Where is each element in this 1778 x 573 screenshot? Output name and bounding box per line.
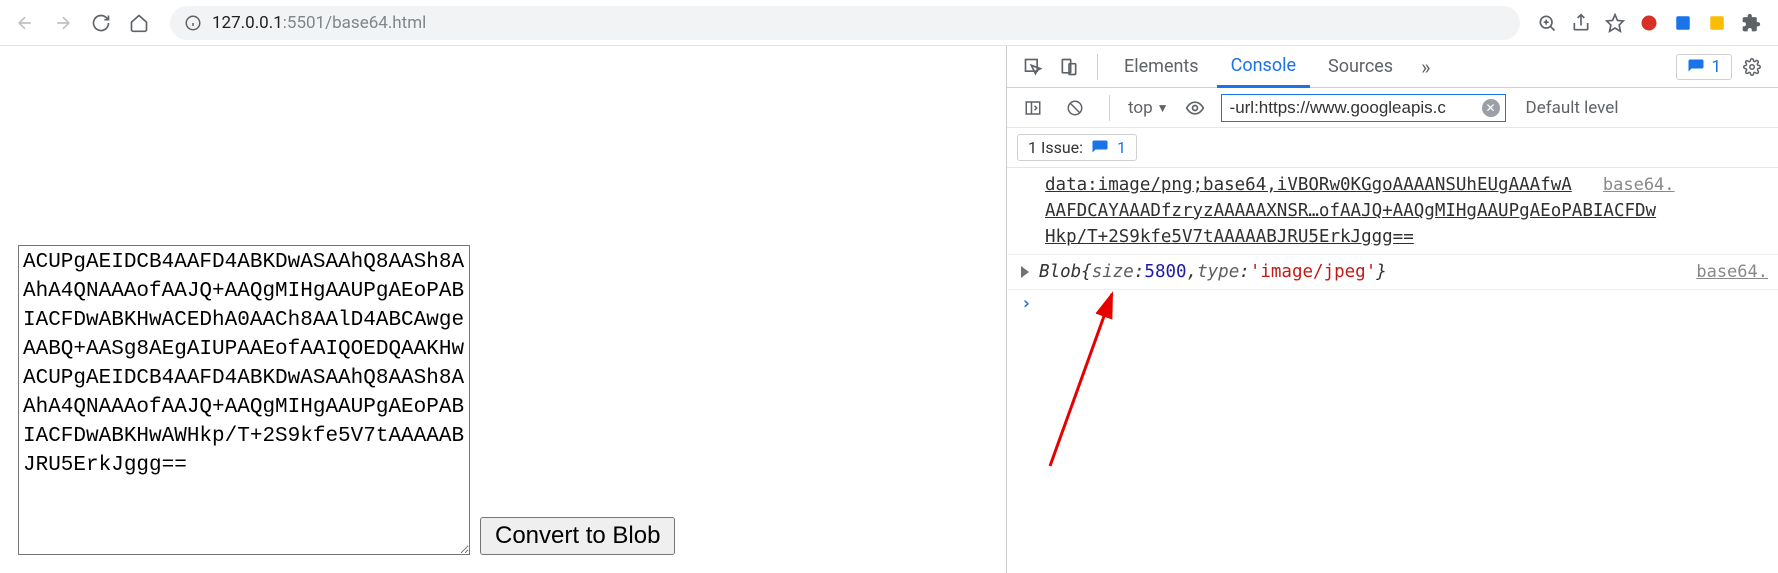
inspect-icon[interactable] [1017, 51, 1049, 83]
device-toggle-icon[interactable] [1053, 51, 1085, 83]
comma: , [1187, 259, 1198, 285]
settings-icon[interactable] [1736, 51, 1768, 83]
issues-chip-count: 1 [1117, 138, 1126, 157]
console-prompt[interactable]: › [1007, 290, 1778, 318]
tab-sources[interactable]: Sources [1314, 46, 1407, 88]
tabs-overflow-icon[interactable]: » [1411, 55, 1440, 79]
arrow-right-icon [53, 13, 73, 33]
devtools-tabs: Elements Console Sources » 1 [1007, 46, 1778, 88]
log-line[interactable]: AAFDCAYAAADfzryzAAAAAXNSR…ofAAJQ+AAQgMIH… [1045, 201, 1656, 221]
reload-button[interactable] [84, 6, 118, 40]
blob-val-type: 'image/jpeg' [1250, 259, 1376, 285]
main-content: Convert to Blob Elements Console Sources… [0, 46, 1778, 573]
url-host: 127.0.0.1 [212, 13, 283, 33]
chevron-right-icon: › [1021, 294, 1032, 314]
share-icon[interactable] [1568, 10, 1594, 36]
back-button[interactable] [8, 6, 42, 40]
log-row: data:image/png;base64,iVBORw0KGgoAAAANSU… [1007, 168, 1778, 255]
issues-badge[interactable]: 1 [1676, 54, 1732, 80]
blob-val-size: 5800 [1144, 259, 1186, 285]
colon: : [1239, 259, 1250, 285]
blob-key-size: size [1092, 259, 1134, 285]
issues-prefix: 1 Issue: [1028, 138, 1083, 157]
zoom-icon[interactable] [1534, 10, 1560, 36]
log-source-link[interactable]: base64. [1593, 175, 1675, 195]
log-level-selector[interactable]: Default level [1526, 98, 1619, 118]
expand-triangle-icon[interactable] [1021, 266, 1029, 278]
blob-class: Blob [1039, 259, 1081, 285]
tab-elements[interactable]: Elements [1110, 46, 1213, 88]
convert-button[interactable]: Convert to Blob [480, 517, 675, 555]
chat-icon [1091, 139, 1109, 157]
ext2-icon[interactable] [1670, 10, 1696, 36]
sidebar-toggle-icon[interactable] [1017, 92, 1049, 124]
tab-console[interactable]: Console [1217, 46, 1310, 88]
extensions-icon[interactable] [1738, 10, 1764, 36]
log-line[interactable]: Hkp/T+2S9kfe5V7tAAAAABJRU5ErkJggg== [1045, 227, 1414, 247]
chevron-down-icon: ▼ [1157, 101, 1169, 115]
log-row-blob: Blob { size: 5800 , type: 'image/jpeg' }… [1007, 255, 1778, 290]
home-icon [129, 13, 149, 33]
clear-filter-icon[interactable]: ✕ [1482, 99, 1500, 117]
log-line[interactable]: data:image/png;base64,iVBORw0KGgoAAAANSU… [1045, 175, 1572, 195]
reload-icon [91, 13, 111, 33]
filter-input[interactable] [1221, 94, 1506, 122]
bookmark-icon[interactable] [1602, 10, 1628, 36]
site-info-icon[interactable] [184, 14, 202, 32]
clear-console-icon[interactable] [1059, 92, 1091, 124]
context-label: top [1128, 98, 1153, 118]
home-button[interactable] [122, 6, 156, 40]
log-source-link[interactable]: base64. [1686, 259, 1768, 285]
devtools-panel: Elements Console Sources » 1 top ▼ ✕ [1006, 46, 1778, 573]
colon: : [1134, 259, 1145, 285]
log-text: data:image/png;base64,iVBORw0KGgoAAAANSU… [1045, 172, 1768, 250]
console-filter-bar: top ▼ ✕ Default level [1007, 88, 1778, 128]
address-bar[interactable]: 127.0.0.1:5501/base64.html [170, 6, 1520, 40]
url-path: :5501/base64.html [283, 13, 427, 33]
brace: } [1376, 259, 1387, 285]
ext1-icon[interactable] [1636, 10, 1662, 36]
forward-button[interactable] [46, 6, 80, 40]
toolbar-actions [1534, 10, 1770, 36]
issues-chip[interactable]: 1 Issue: 1 [1017, 134, 1137, 161]
filter-input-wrap: ✕ [1221, 94, 1506, 122]
arrow-left-icon [15, 13, 35, 33]
ext3-icon[interactable] [1704, 10, 1730, 36]
issues-bar: 1 Issue: 1 [1007, 128, 1778, 168]
separator [1097, 54, 1098, 80]
page-body: Convert to Blob [0, 46, 1006, 573]
separator [1109, 95, 1110, 121]
context-selector[interactable]: top ▼ [1128, 98, 1169, 118]
chat-icon [1687, 58, 1705, 76]
brace: { [1081, 259, 1092, 285]
browser-toolbar: 127.0.0.1:5501/base64.html [0, 0, 1778, 46]
blob-key-type: type [1197, 259, 1239, 285]
issues-count: 1 [1711, 57, 1721, 77]
console-output: data:image/png;base64,iVBORw0KGgoAAAANSU… [1007, 168, 1778, 573]
live-expression-icon[interactable] [1179, 92, 1211, 124]
base64-textarea[interactable] [18, 245, 470, 555]
